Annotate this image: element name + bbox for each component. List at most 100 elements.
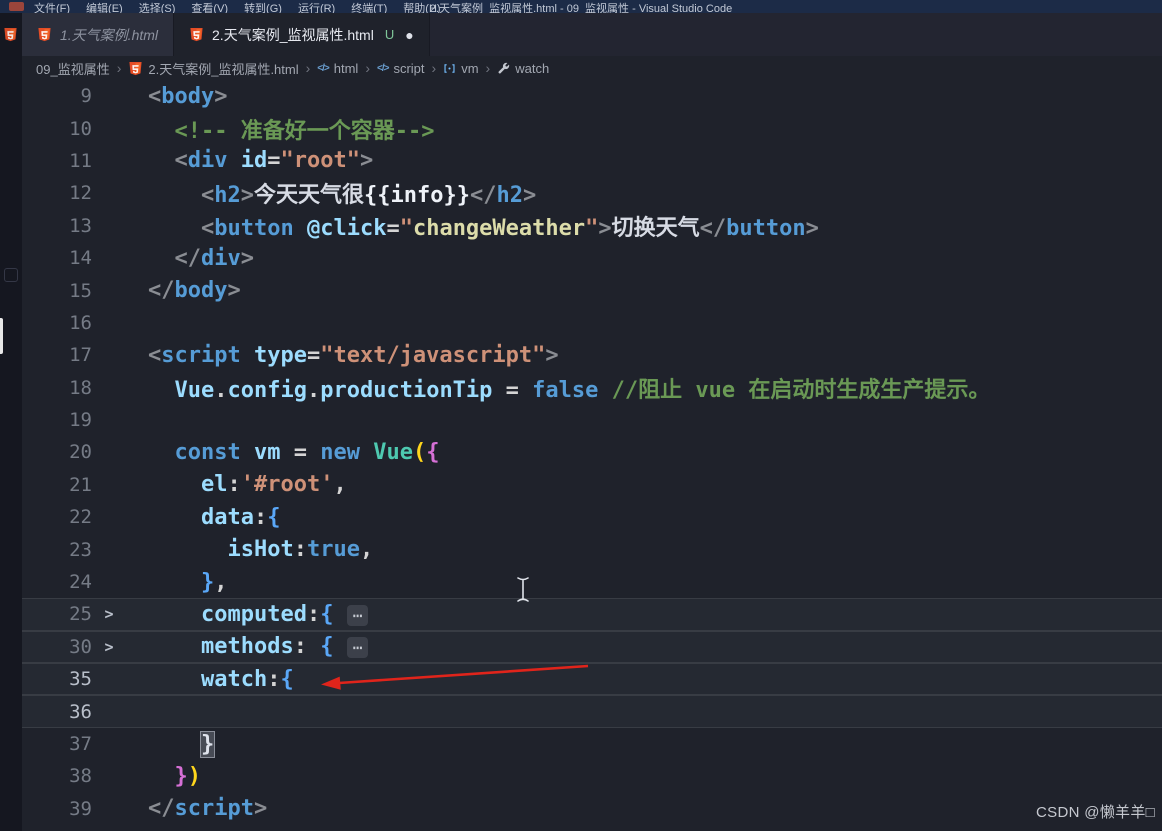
tab-label: 2.天气案例_监视属性.html — [212, 25, 374, 45]
line-number: 16 — [22, 312, 92, 334]
code-text: <div id="root"> — [126, 148, 373, 173]
code-line-30[interactable]: 30> methods: { ⋯ — [22, 631, 1162, 663]
menu-item[interactable]: 编辑(E) — [86, 2, 123, 13]
code-line-36[interactable]: 36 — [22, 695, 1162, 727]
breadcrumb-item[interactable]: 09_监视属性 — [36, 59, 110, 78]
html5-file-icon — [37, 27, 52, 42]
line-number: 9 — [22, 85, 92, 107]
code-line-22[interactable]: 22 data:{ — [22, 501, 1162, 533]
code-text: isHot:true, — [126, 537, 373, 562]
breadcrumb-item[interactable]: 2.天气案例_监视属性.html — [128, 59, 298, 78]
code-text: }) — [126, 764, 201, 789]
chevron-right-icon: › — [306, 60, 311, 76]
menu-item[interactable]: 查看(V) — [191, 2, 228, 13]
chevron-right-icon: › — [365, 60, 370, 76]
code-text: <script type="text/javascript"> — [126, 343, 559, 368]
code-text: el:'#root', — [126, 472, 347, 497]
code-line-19[interactable]: 19 — [22, 404, 1162, 436]
fold-chevron-icon[interactable]: > — [92, 605, 126, 623]
folded-code-ellipsis[interactable]: ⋯ — [347, 605, 369, 626]
menu-item[interactable]: 转到(G) — [244, 2, 282, 13]
code-line-18[interactable]: 18 Vue.config.productionTip = false //阻止… — [22, 372, 1162, 404]
line-number: 23 — [22, 539, 92, 561]
breadcrumb-item[interactable]: vm — [443, 61, 478, 76]
activity-item-icon[interactable] — [4, 268, 18, 282]
code-line-13[interactable]: 13 <button @click="changeWeather">切换天气</… — [22, 210, 1162, 242]
code-text: } — [126, 732, 214, 757]
breadcrumb-label: 09_监视属性 — [36, 59, 110, 78]
activity-bar[interactable] — [0, 13, 22, 831]
editor-tab[interactable]: 2.天气案例_监视属性.html U ● — [174, 13, 430, 56]
line-number: 21 — [22, 474, 92, 496]
code-line-10[interactable]: 10 <!-- 准备好一个容器--> — [22, 112, 1162, 144]
menubar: 文件(F)编辑(E)选择(S)查看(V)转到(G)运行(R)终端(T)帮助(H) — [34, 0, 441, 13]
code-line-17[interactable]: 17 <script type="text/javascript"> — [22, 339, 1162, 371]
code-text: methods: { ⋯ — [126, 634, 368, 659]
title-bar: 文件(F)编辑(E)选择(S)查看(V)转到(G)运行(R)终端(T)帮助(H)… — [0, 0, 1162, 13]
breadcrumb-label: script — [393, 61, 424, 76]
code-line-14[interactable]: 14 </div> — [22, 242, 1162, 274]
breadcrumbs: 09_监视属性 › 2.天气案例_监视属性.html › </>html › </>scri… — [22, 56, 1162, 80]
code-line-15[interactable]: 15 </body> — [22, 274, 1162, 306]
line-number: 24 — [22, 571, 92, 593]
line-number: 25 — [22, 603, 92, 625]
code-text: <!-- 准备好一个容器--> — [126, 113, 434, 145]
html-file-icon[interactable] — [3, 27, 19, 43]
line-number: 35 — [22, 668, 92, 690]
menu-item[interactable]: 终端(T) — [351, 2, 387, 13]
code-line-16[interactable]: 16 — [22, 307, 1162, 339]
line-number: 17 — [22, 344, 92, 366]
breadcrumb-item[interactable]: watch — [497, 61, 549, 76]
editor-tab[interactable]: 1.天气案例.html — [22, 13, 174, 56]
breadcrumb-label: html — [334, 61, 359, 76]
breadcrumb-item[interactable]: </>html — [317, 61, 358, 76]
code-text: data:{ — [126, 505, 280, 530]
code-text: }, — [126, 570, 227, 595]
editor[interactable]: 9<body>10 <!-- 准备好一个容器-->11 <div id="roo… — [22, 80, 1162, 831]
code-line-21[interactable]: 21 el:'#root', — [22, 469, 1162, 501]
wrench-icon — [497, 62, 510, 75]
code-text: const vm = new Vue({ — [126, 440, 439, 465]
html5-icon — [128, 61, 143, 76]
breadcrumb-label: 2.天气案例_监视属性.html — [148, 59, 298, 78]
menu-item[interactable]: 运行(R) — [298, 2, 335, 13]
code-text: Vue.config.productionTip = false //阻止 vu… — [126, 372, 990, 404]
breadcrumb-label: watch — [515, 61, 549, 76]
code-line-9[interactable]: 9<body> — [22, 80, 1162, 112]
code-lines: 9<body>10 <!-- 准备好一个容器-->11 <div id="roo… — [22, 80, 1162, 825]
breadcrumb-label: vm — [461, 61, 478, 76]
modified-dot-icon[interactable]: ● — [405, 28, 413, 42]
menu-item[interactable]: 文件(F) — [34, 2, 70, 13]
line-number: 15 — [22, 280, 92, 302]
menu-item[interactable]: 选择(S) — [139, 2, 176, 13]
code-line-35[interactable]: 35 watch:{ — [22, 663, 1162, 695]
app-logo-icon — [9, 2, 24, 11]
code-line-39[interactable]: 39 </script> — [22, 793, 1162, 825]
code-line-37[interactable]: 37 } — [22, 728, 1162, 760]
line-number: 39 — [22, 798, 92, 820]
code-text: </script> — [126, 796, 267, 821]
code-text: </body> — [126, 278, 241, 303]
variable-icon — [443, 62, 456, 75]
line-number: 18 — [22, 377, 92, 399]
line-number: 38 — [22, 765, 92, 787]
git-status-badge: U — [385, 27, 394, 42]
code-line-23[interactable]: 23 isHot:true, — [22, 533, 1162, 565]
tab-label: 1.天气案例.html — [60, 25, 158, 45]
code-line-12[interactable]: 12 <h2>今天天气很{{info}}</h2> — [22, 177, 1162, 209]
line-number: 20 — [22, 441, 92, 463]
code-line-11[interactable]: 11 <div id="root"> — [22, 145, 1162, 177]
folded-code-ellipsis[interactable]: ⋯ — [347, 637, 369, 658]
line-number: 19 — [22, 409, 92, 431]
line-number: 10 — [22, 118, 92, 140]
code-line-25[interactable]: 25> computed:{ ⋯ — [22, 598, 1162, 630]
fold-chevron-icon[interactable]: > — [92, 638, 126, 656]
code-line-20[interactable]: 20 const vm = new Vue({ — [22, 436, 1162, 468]
window-title: 2.天气案例_监视属性.html - 09_监视属性 - Visual Stud… — [430, 2, 732, 13]
code-line-38[interactable]: 38 }) — [22, 760, 1162, 792]
chevron-right-icon: › — [117, 60, 122, 76]
line-number: 36 — [22, 701, 92, 723]
chevron-right-icon: › — [432, 60, 437, 76]
code-line-24[interactable]: 24 }, — [22, 566, 1162, 598]
breadcrumb-item[interactable]: </>script — [377, 61, 425, 76]
